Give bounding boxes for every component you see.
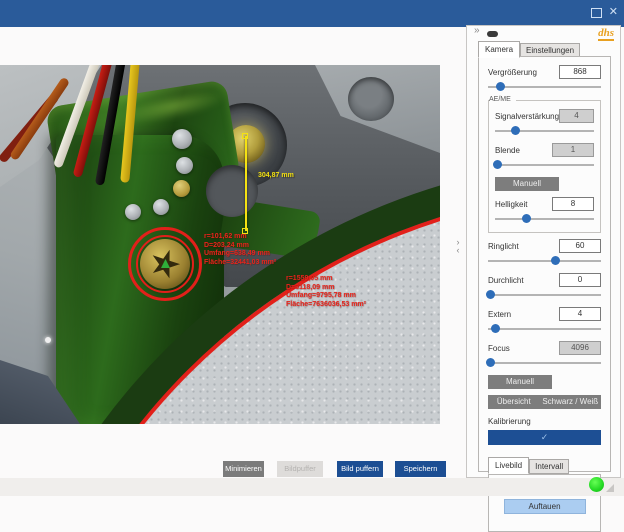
focus-label: Focus: [488, 344, 510, 353]
chevron-left-icon: ‹: [453, 246, 463, 254]
status-bar: [0, 478, 624, 496]
pin-icon[interactable]: [487, 31, 498, 37]
slider-thumb[interactable]: [491, 324, 500, 333]
tab-intervall[interactable]: Intervall: [529, 459, 569, 474]
gain-label: Signalverstärkung: [495, 112, 559, 121]
annotation-line: D=203,24 mm: [204, 242, 276, 251]
ring-light-label: Ringlicht: [488, 242, 519, 251]
slider-thumb[interactable]: [493, 160, 502, 169]
small-circle-annotation: r=101,62 mm D=203,24 mm Umfang=638,49 mm…: [204, 233, 276, 267]
solder-joint: [125, 204, 141, 220]
slider-thumb[interactable]: [496, 82, 505, 91]
save-button[interactable]: Speichern: [395, 461, 446, 477]
freeze-button[interactable]: Auftauen: [504, 499, 586, 514]
brightness-slider[interactable]: [495, 214, 594, 224]
close-icon[interactable]: ✕: [609, 7, 618, 18]
black-white-button[interactable]: Schwarz / Weiß: [540, 395, 601, 409]
aperture-slider[interactable]: [495, 160, 594, 170]
tab-livebild[interactable]: Livebild: [488, 457, 529, 474]
solder-joint: [153, 199, 169, 215]
ring-light-value[interactable]: 60: [559, 239, 601, 253]
annotation-line: Fläche=7636036,53 mm²: [286, 301, 366, 310]
ring-light-slider[interactable]: [488, 256, 601, 266]
tab-kamera[interactable]: Kamera: [478, 41, 520, 58]
slider-thumb[interactable]: [522, 214, 531, 223]
pcb-notch: [206, 165, 258, 217]
annotation-line: Umfang=638,49 mm: [204, 250, 276, 259]
brightness-label: Helligkeit: [495, 200, 527, 209]
slider-track[interactable]: [488, 328, 601, 330]
annotation-line: D=3118,09 mm: [286, 284, 366, 293]
kamera-tab-page: Vergrößerung 868 AE/ME Signalverstärkung…: [478, 56, 611, 472]
magnification-value[interactable]: 868: [559, 65, 601, 79]
focus-value: 4096: [559, 341, 601, 355]
gain-slider[interactable]: [495, 126, 594, 136]
magnification-label: Vergrößerung: [488, 68, 537, 77]
slider-thumb[interactable]: [486, 290, 495, 299]
manual-focus-button[interactable]: Manuell: [488, 375, 552, 389]
brightness-value[interactable]: 8: [552, 197, 594, 211]
slider-track[interactable]: [495, 130, 594, 132]
annotation-line: Umfang=9795,78 mm: [286, 292, 366, 301]
aperture-label: Blende: [495, 146, 520, 155]
transmitted-light-slider[interactable]: [488, 290, 601, 300]
slider-track[interactable]: [495, 218, 594, 220]
check-icon: ✓: [541, 432, 549, 442]
external-light-slider[interactable]: [488, 324, 601, 334]
manual-exposure-button[interactable]: Manuell: [495, 177, 559, 191]
transmitted-light-value[interactable]: 0: [559, 273, 601, 287]
external-light-value[interactable]: 4: [559, 307, 601, 321]
solder-joint: [176, 157, 193, 174]
live-image-view[interactable]: 304,87 mm r=101,62 mm D=203,24 mm Umfang…: [0, 65, 440, 424]
camera-control-panel: » dhs Kamera Einstellungen Vergrößerung …: [466, 25, 621, 478]
slider-track[interactable]: [488, 294, 601, 296]
slider-thumb[interactable]: [551, 256, 560, 265]
magnification-slider[interactable]: [488, 82, 601, 92]
housing-hole: [348, 77, 394, 121]
gain-value: 4: [559, 109, 594, 123]
slider-track[interactable]: [488, 260, 601, 262]
calibration-label: Kalibrierung: [488, 417, 601, 426]
annotation-line: Fläche=32441,03 mm²: [204, 259, 276, 268]
distance-measurement-line: [245, 136, 247, 231]
buffer-image-button[interactable]: Bild puffern: [337, 461, 383, 477]
slider-thumb[interactable]: [486, 358, 495, 367]
external-light-label: Extern: [488, 310, 511, 319]
slider-track[interactable]: [488, 362, 601, 364]
ae-me-group-label: AE/ME: [489, 96, 516, 103]
measurement-endpoint: [242, 133, 248, 139]
calibration-button[interactable]: ✓: [488, 430, 601, 445]
slider-track[interactable]: [495, 164, 594, 166]
distance-label: 304,87 mm: [258, 172, 294, 179]
ae-me-group: AE/ME Signalverstärkung 4 Blende 1 Manue…: [488, 100, 601, 233]
overview-button[interactable]: Übersicht: [488, 395, 540, 409]
title-bar: ✕: [0, 0, 624, 27]
aperture-value: 1: [552, 143, 594, 157]
transmitted-light-label: Durchlicht: [488, 276, 524, 285]
focus-slider[interactable]: [488, 358, 601, 368]
minimize-button[interactable]: Minimieren: [223, 461, 264, 477]
large-circle-annotation: r=1559,05 mm D=3118,09 mm Umfang=9795,78…: [286, 275, 366, 309]
white-speck: [45, 337, 51, 343]
annotation-line: r=1559,05 mm: [286, 275, 366, 284]
double-arrow-icon[interactable]: »: [474, 25, 480, 36]
solder-joint-gold: [173, 180, 190, 197]
solder-joint: [172, 129, 192, 149]
small-measurement-circle-inner: [136, 235, 194, 293]
resize-grip[interactable]: [606, 484, 614, 492]
status-indicator-green: [589, 477, 604, 492]
maximize-icon[interactable]: [591, 8, 602, 18]
dhs-logo: dhs: [598, 27, 614, 41]
annotation-line: r=101,62 mm: [204, 233, 276, 242]
slider-thumb[interactable]: [511, 126, 520, 135]
panel-collapse-handle[interactable]: › ‹: [453, 238, 463, 254]
live-tabs: Livebild Intervall: [488, 457, 601, 474]
clear-buffer-button: Bildpuffer leeren: [277, 461, 323, 477]
